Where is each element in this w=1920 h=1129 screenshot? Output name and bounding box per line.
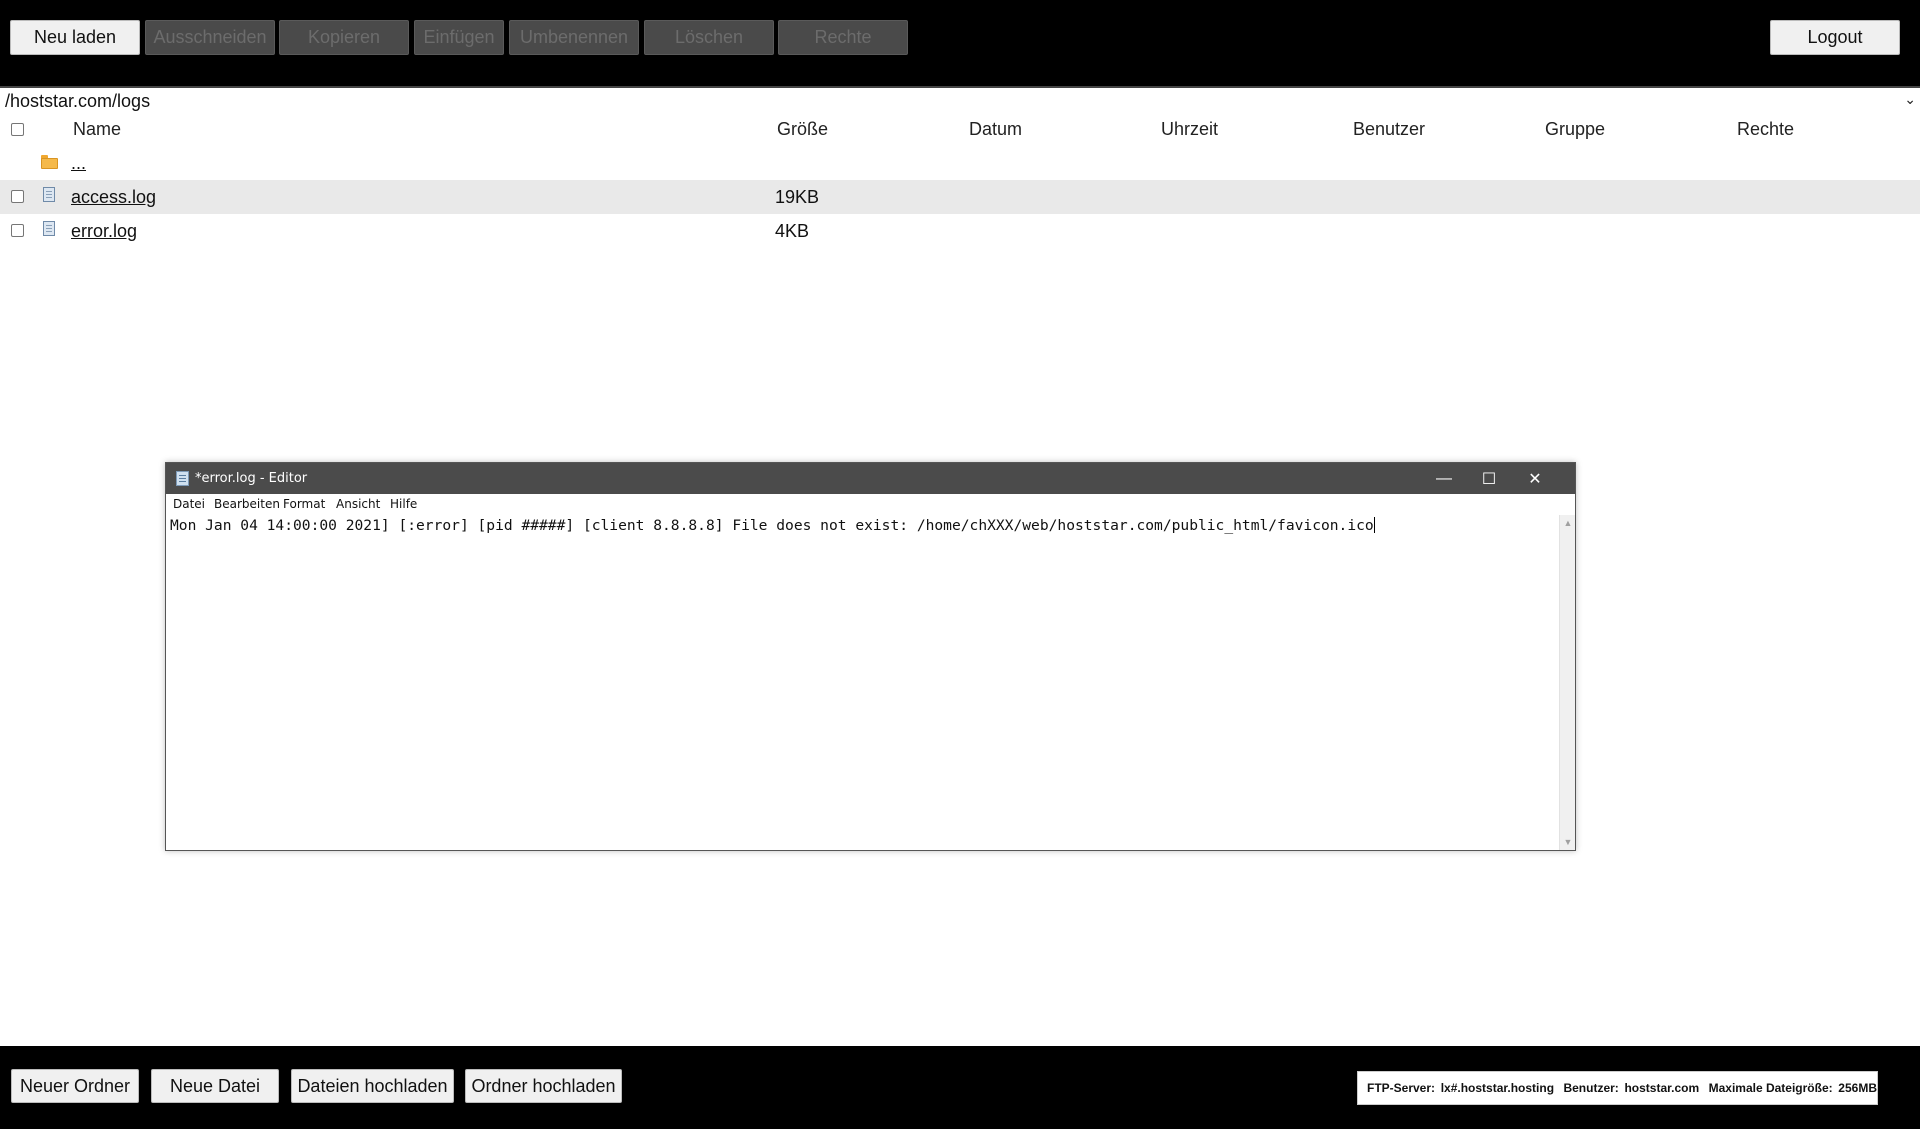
server-info-box: FTP-Server: lx#.hoststar.hosting Benutze…: [1357, 1071, 1878, 1105]
editor-text-area[interactable]: Mon Jan 04 14:00:00 2021] [:error] [pid …: [170, 517, 1375, 534]
max-size-value: 256MB: [1838, 1081, 1877, 1095]
column-name[interactable]: Name: [73, 119, 121, 140]
reload-button[interactable]: Neu laden: [10, 20, 140, 55]
file-size: 4KB: [775, 221, 810, 241]
logout-button[interactable]: Logout: [1770, 20, 1900, 55]
chevron-down-icon[interactable]: ⌄: [1904, 91, 1916, 108]
select-all-checkbox[interactable]: [11, 123, 24, 136]
file-name-link[interactable]: error.log: [71, 221, 137, 242]
editor-titlebar[interactable]: *error.log - Editor — ☐ ✕: [166, 463, 1575, 494]
table-row[interactable]: error.log 4KB: [0, 214, 1920, 248]
path-bar[interactable]: /hoststar.com/logs ⌄: [0, 86, 1920, 112]
ftp-server-value: lx#.hoststar.hosting: [1440, 1081, 1555, 1095]
row-checkbox[interactable]: [11, 190, 24, 203]
close-button[interactable]: ✕: [1512, 463, 1558, 494]
paste-button[interactable]: Einfügen: [414, 20, 504, 55]
ftp-server-label: FTP-Server:: [1367, 1081, 1436, 1095]
table-row[interactable]: access.log 19KB: [0, 180, 1920, 214]
file-icon: [43, 187, 55, 202]
column-time[interactable]: Uhrzeit: [1161, 119, 1218, 140]
column-rights[interactable]: Rechte: [1737, 119, 1794, 140]
file-name-link[interactable]: access.log: [71, 187, 156, 208]
delete-button[interactable]: Löschen: [644, 20, 774, 55]
upload-folder-button[interactable]: Ordner hochladen: [465, 1069, 622, 1103]
vertical-scrollbar[interactable]: ▲ ▼: [1559, 515, 1575, 850]
minimize-button[interactable]: —: [1421, 463, 1467, 494]
column-size[interactable]: Größe: [777, 119, 828, 140]
bottom-toolbar: Neuer Ordner Neue Datei Dateien hochlade…: [0, 1046, 1920, 1129]
parent-directory-row[interactable]: ...: [0, 146, 1920, 180]
scroll-up-icon[interactable]: ▲: [1560, 515, 1576, 531]
menu-file[interactable]: Datei: [173, 497, 205, 511]
cut-button[interactable]: Ausschneiden: [145, 20, 275, 55]
file-size: 19KB: [775, 187, 820, 207]
top-toolbar: Neu laden Ausschneiden Kopieren Einfügen…: [0, 0, 1920, 86]
maximize-button[interactable]: ☐: [1466, 463, 1512, 494]
text-caret: [1373, 517, 1375, 533]
permissions-button[interactable]: Rechte: [778, 20, 908, 55]
file-table-header: Name Größe Datum Uhrzeit Benutzer Gruppe…: [0, 114, 1920, 146]
copy-button[interactable]: Kopieren: [279, 20, 409, 55]
menu-edit[interactable]: Bearbeiten: [214, 497, 280, 511]
current-path: /hoststar.com/logs: [5, 91, 151, 111]
column-date[interactable]: Datum: [969, 119, 1022, 140]
new-file-button[interactable]: Neue Datei: [151, 1069, 279, 1103]
editor-window[interactable]: *error.log - Editor — ☐ ✕ Datei Bearbeit…: [165, 462, 1576, 851]
upload-files-button[interactable]: Dateien hochladen: [291, 1069, 454, 1103]
rename-button[interactable]: Umbenennen: [509, 20, 639, 55]
editor-content[interactable]: Mon Jan 04 14:00:00 2021] [:error] [pid …: [170, 517, 1374, 534]
editor-menubar: Datei Bearbeiten Format Ansicht Hilfe: [166, 494, 1575, 515]
editor-title: *error.log - Editor: [195, 471, 308, 486]
folder-icon: [41, 155, 58, 169]
max-size-label: Maximale Dateigröße:: [1708, 1081, 1833, 1095]
file-icon: [43, 221, 55, 236]
column-user[interactable]: Benutzer: [1353, 119, 1425, 140]
menu-format[interactable]: Format: [283, 497, 325, 511]
row-checkbox[interactable]: [11, 224, 24, 237]
scroll-down-icon[interactable]: ▼: [1560, 834, 1576, 850]
menu-help[interactable]: Hilfe: [390, 497, 417, 511]
menu-view[interactable]: Ansicht: [336, 497, 380, 511]
new-folder-button[interactable]: Neuer Ordner: [11, 1069, 139, 1103]
column-group[interactable]: Gruppe: [1545, 119, 1605, 140]
notepad-icon: [176, 471, 189, 486]
user-label: Benutzer:: [1563, 1081, 1619, 1095]
parent-directory-link[interactable]: ...: [71, 153, 86, 174]
user-value: hoststar.com: [1624, 1081, 1700, 1095]
